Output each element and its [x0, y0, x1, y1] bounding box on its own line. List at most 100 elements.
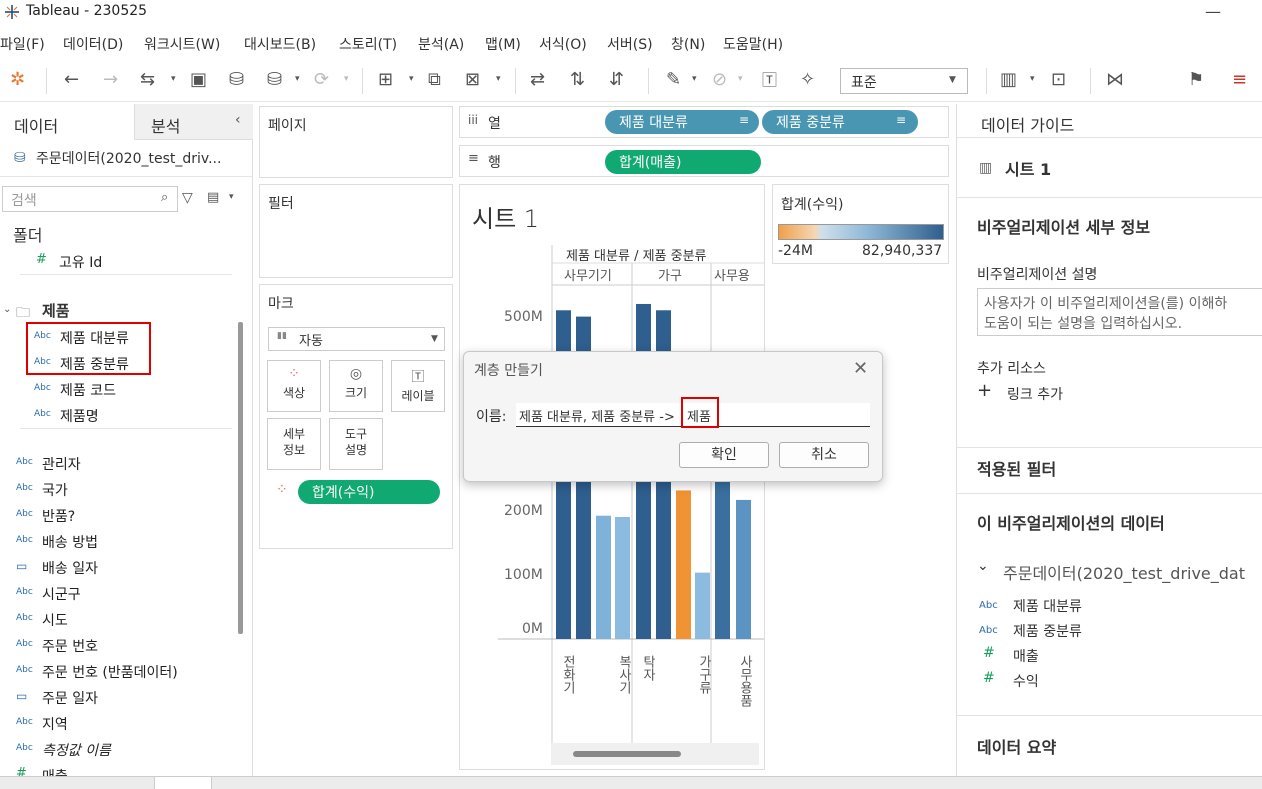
- expand-icon[interactable]: ⌄: [3, 304, 11, 315]
- show-cards-icon[interactable]: ≡: [1232, 70, 1247, 90]
- color-icon: ⁘: [276, 482, 288, 498]
- pause-update-icon[interactable]: ⛁: [267, 70, 282, 90]
- menu-story[interactable]: 스토리(T): [339, 34, 397, 54]
- chevron-down-icon[interactable]: ▾: [738, 74, 743, 84]
- menu-format[interactable]: 서식(O): [539, 34, 587, 54]
- rows-shelf[interactable]: ≡ 행 합계(매출): [459, 145, 949, 177]
- swap-rows-columns-icon[interactable]: ⇄: [530, 70, 545, 90]
- field-sales[interactable]: # 매출: [16, 766, 226, 776]
- add-link[interactable]: 링크 추가: [1007, 384, 1063, 404]
- replay-icon[interactable]: ⇆: [140, 70, 155, 90]
- viz-description-input[interactable]: 사용자가 이 비주얼리제이션을(를) 이해하 도움이 되는 설명을 입력하십시오…: [977, 288, 1262, 336]
- tooltip-label: 도구 설명: [344, 427, 368, 457]
- minimize-icon[interactable]: —: [1205, 2, 1221, 21]
- field-label: 배송 일자: [42, 561, 98, 577]
- dimension-text-icon: Abc: [34, 409, 51, 419]
- plus-icon[interactable]: +: [977, 380, 992, 401]
- group-icon[interactable]: ⊘: [712, 70, 727, 90]
- label-button[interactable]: 🅃 레이블: [391, 360, 445, 412]
- chevron-down-icon[interactable]: ⌄: [977, 558, 989, 574]
- mark-type-select[interactable]: ▮▮ 자동 ▼: [268, 327, 445, 351]
- columns-shelf[interactable]: iii 열 제품 대분류 ≡ 제품 중분류 ≡: [459, 106, 949, 138]
- bar[interactable]: [736, 499, 751, 639]
- list-view-icon[interactable]: ▤: [207, 190, 219, 205]
- chevron-down-icon[interactable]: ▾: [409, 74, 414, 84]
- chevron-down-icon[interactable]: ▾: [171, 74, 176, 84]
- menu-dashboard[interactable]: 대시보드(B): [244, 34, 316, 54]
- menu-file[interactable]: 파일(F): [0, 34, 45, 54]
- chevron-down-icon[interactable]: ▾: [692, 74, 697, 84]
- new-worksheet-icon[interactable]: ⊞: [378, 70, 393, 90]
- sheet-tab[interactable]: [154, 777, 212, 789]
- close-icon[interactable]: ✕: [853, 358, 868, 379]
- legend-gradient[interactable]: [778, 224, 944, 240]
- menu-server[interactable]: 서버(S): [607, 34, 653, 54]
- highlight-icon[interactable]: ✎: [666, 70, 681, 90]
- undo-icon[interactable]: ←: [64, 70, 79, 90]
- new-datasource-icon[interactable]: ⛁: [229, 70, 244, 90]
- save-icon[interactable]: ▣: [190, 70, 207, 90]
- column-pill-subcategory[interactable]: 제품 중분류 ≡: [762, 110, 918, 134]
- menu-worksheet[interactable]: 워크시트(W): [144, 34, 220, 54]
- datasource-name[interactable]: 주문데이터(2020_test_driv...: [36, 148, 221, 168]
- sort-ascending-icon[interactable]: ⇅: [570, 70, 585, 90]
- scrollbar-thumb[interactable]: [573, 751, 681, 757]
- color-button[interactable]: ⁘ 색상: [267, 360, 321, 412]
- ok-button[interactable]: 확인: [679, 442, 769, 468]
- menu-window[interactable]: 창(N): [671, 34, 705, 54]
- clear-sheet-icon[interactable]: ⊠: [465, 70, 480, 90]
- field-label: 제품 중분류: [60, 357, 129, 373]
- tableau-home-icon[interactable]: ✲: [10, 70, 25, 90]
- tab-data[interactable]: 데이터: [0, 104, 134, 140]
- folder-product[interactable]: 제품: [42, 300, 70, 321]
- chevron-down-icon[interactable]: ▾: [295, 74, 300, 84]
- labels-icon[interactable]: 🅃: [762, 70, 777, 90]
- chevron-down-icon[interactable]: ▾: [344, 74, 349, 84]
- pages-shelf[interactable]: 페이지: [259, 106, 453, 178]
- cancel-button[interactable]: 취소: [779, 442, 869, 468]
- collapse-icon[interactable]: ‹: [235, 112, 241, 128]
- data-pane-scrollbar[interactable]: [238, 322, 243, 634]
- guide-datasource[interactable]: 주문데이터(2020_test_drive_dat: [1003, 560, 1245, 584]
- bar[interactable]: [615, 516, 630, 639]
- view-size-select[interactable]: 표준 ▼: [840, 68, 968, 94]
- search-input[interactable]: 검색 ⌕: [2, 186, 178, 212]
- menu-map[interactable]: 맵(M): [485, 34, 521, 54]
- bar[interactable]: [596, 515, 611, 639]
- color-pill-profit[interactable]: 합계(수익): [298, 480, 440, 504]
- rows-label: 행: [488, 155, 501, 171]
- viz-details-section: 비주얼리제이션 세부 정보 비주얼리제이션 설명 사용자가 이 비주얼리제이션을…: [957, 198, 1262, 448]
- field-label: 시도: [42, 613, 68, 629]
- horizontal-scrollbar[interactable]: [551, 743, 759, 765]
- tooltip-button[interactable]: 도구 설명: [329, 418, 383, 470]
- format-painter-icon[interactable]: ⚑: [1188, 70, 1204, 90]
- column-pill-category[interactable]: 제품 대분류 ≡: [605, 110, 759, 134]
- fix-axes-icon[interactable]: ✧: [800, 70, 815, 90]
- chevron-down-icon[interactable]: ▾: [229, 192, 234, 202]
- sort-descending-icon[interactable]: ⇵: [609, 70, 624, 90]
- bar[interactable]: [676, 490, 691, 639]
- detail-button[interactable]: 세부 정보: [267, 418, 321, 470]
- dimension-text-icon: Abc: [16, 717, 33, 727]
- guide-header: 데이터 가이드: [957, 104, 1262, 138]
- tab-analysis[interactable]: 분석 ‹: [134, 104, 253, 140]
- size-button[interactable]: ◎ 크기: [329, 360, 383, 412]
- chevron-down-icon[interactable]: ▾: [496, 74, 501, 84]
- guide-sheet-section: ▥ 시트 1: [957, 138, 1262, 198]
- chevron-down-icon[interactable]: ▾: [1030, 74, 1035, 84]
- filter-icon[interactable]: ▽: [182, 190, 193, 206]
- duplicate-icon[interactable]: ⧉: [428, 70, 441, 90]
- dimension-text-icon: Abc: [16, 665, 33, 675]
- menu-help[interactable]: 도움말(H): [723, 34, 783, 54]
- share-icon[interactable]: ⋈: [1106, 70, 1124, 90]
- redo-icon[interactable]: →: [103, 70, 118, 90]
- row-pill-sales[interactable]: 합계(매출): [605, 150, 761, 174]
- menu-data[interactable]: 데이터(D): [63, 34, 123, 54]
- calendar-icon: ▭: [16, 689, 28, 703]
- bar[interactable]: [695, 572, 710, 639]
- show-me-icon[interactable]: ▥: [1000, 70, 1017, 90]
- presentation-icon[interactable]: ⊡: [1051, 70, 1066, 90]
- refresh-icon[interactable]: ⟳: [314, 70, 329, 90]
- menu-analysis[interactable]: 분석(A): [418, 34, 464, 54]
- filters-shelf[interactable]: 필터: [259, 184, 453, 278]
